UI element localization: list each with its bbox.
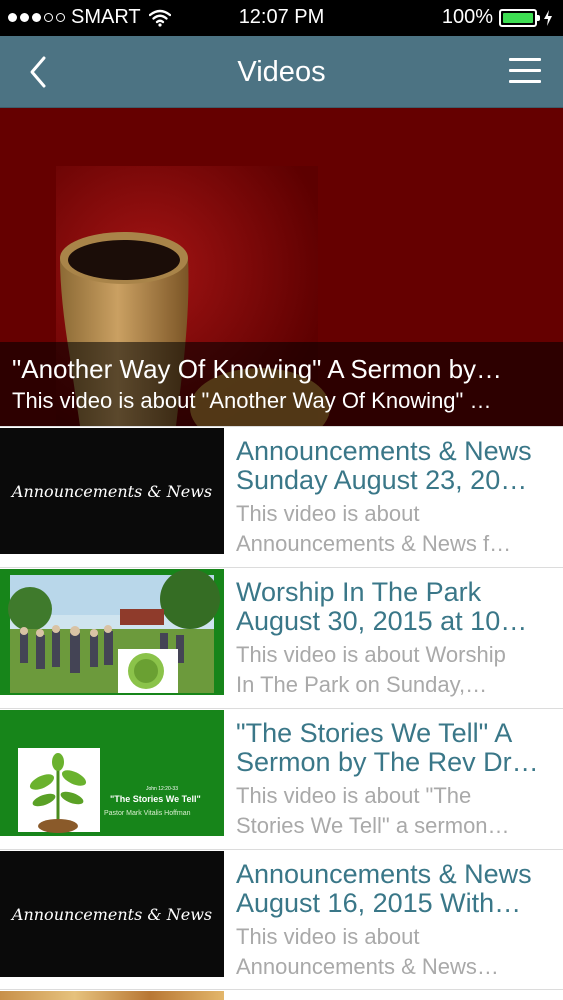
video-list-item[interactable]: Worship In The Park August 30, 2015 at 1… <box>0 567 563 708</box>
page-title: Videos <box>237 56 326 88</box>
video-title-line: Announcements & News <box>236 437 532 466</box>
sprout-image <box>18 748 100 833</box>
status-right: 100% <box>442 6 553 29</box>
video-list-item[interactable]: Announcements & News Announcements & New… <box>0 849 563 990</box>
video-list: Announcements & News Announcements & New… <box>0 426 563 990</box>
video-title-line: August 30, 2015 at 10… <box>236 607 528 636</box>
video-title-line: Announcements & News <box>236 860 532 889</box>
video-thumbnail <box>0 569 224 695</box>
video-title: Announcements & News Sunday August 23, 2… <box>236 437 552 495</box>
video-description: This video is about Announcements & News… <box>236 499 552 559</box>
video-thumbnail <box>0 991 224 1000</box>
video-description: This video is about "The Stories We Tell… <box>236 781 552 841</box>
video-description-line: In The Park on Sunday,… <box>236 672 488 697</box>
video-title-line: August 16, 2015 With… <box>236 889 522 918</box>
video-thumbnail: Announcements & News <box>0 851 224 977</box>
menu-line <box>509 80 541 83</box>
menu-line <box>509 58 541 61</box>
video-title: Worship In The Park August 30, 2015 at 1… <box>236 578 552 636</box>
video-description-line: This video is about <box>236 501 420 526</box>
video-description-line: Announcements & News f… <box>236 531 512 556</box>
video-title: "The Stories We Tell" A Sermon by The Re… <box>236 719 552 777</box>
video-description-line: This video is about <box>236 924 420 949</box>
video-thumbnail: John 12:20-33 "The Stories We Tell" Past… <box>0 710 224 836</box>
thumbnail-text: Announcements & News <box>11 904 213 924</box>
video-description-line: Stories We Tell" a sermon… <box>236 813 510 838</box>
video-title-line: Sunday August 23, 20… <box>236 466 528 495</box>
video-thumbnail: Announcements & News <box>0 428 224 554</box>
video-title-line: "The Stories We Tell" A <box>236 719 513 748</box>
video-title: Announcements & News August 16, 2015 Wit… <box>236 860 552 918</box>
video-description: This video is about Announcements & News… <box>236 922 552 982</box>
video-title-line: Sermon by The Rev Dr… <box>236 748 539 777</box>
battery-level <box>503 12 533 23</box>
thumbnail-reference: John 12:20-33 <box>146 786 178 792</box>
charging-bolt-icon <box>544 9 552 26</box>
featured-description: This video is about "Another Way Of Know… <box>12 388 492 413</box>
video-list-item[interactable]: John 12:20-33 "The Stories We Tell" Past… <box>0 708 563 849</box>
battery-percent: 100% <box>441 6 493 28</box>
video-description: This video is about Worship In The Park … <box>236 640 552 700</box>
status-bar: SMART 12:07 PM 100% <box>0 0 563 36</box>
featured-video[interactable]: "Another Way Of Knowing" A Sermon by… Th… <box>0 108 563 426</box>
thumbnail-text: Announcements & News <box>11 481 213 501</box>
video-list-item[interactable]: Announcements & News Announcements & New… <box>0 426 563 567</box>
thumbnail-sermon-title: "The Stories We Tell" <box>110 794 201 804</box>
featured-title: "Another Way Of Knowing" A Sermon by… <box>12 354 503 384</box>
park-photo-image <box>8 569 220 693</box>
video-list-item-partial[interactable] <box>0 989 563 1000</box>
menu-line <box>509 69 541 72</box>
video-description-line: Announcements & News… <box>236 954 499 979</box>
video-title-line: Worship In The Park <box>236 578 482 607</box>
battery-icon <box>499 8 540 27</box>
thumbnail-author: Pastor Mark Vitalis Hoffman <box>104 810 191 817</box>
video-description-line: This video is about Worship <box>236 642 506 667</box>
video-description-line: This video is about "The <box>236 783 472 808</box>
hamburger-menu-icon[interactable] <box>509 58 541 86</box>
nav-bar: Videos <box>0 36 563 108</box>
